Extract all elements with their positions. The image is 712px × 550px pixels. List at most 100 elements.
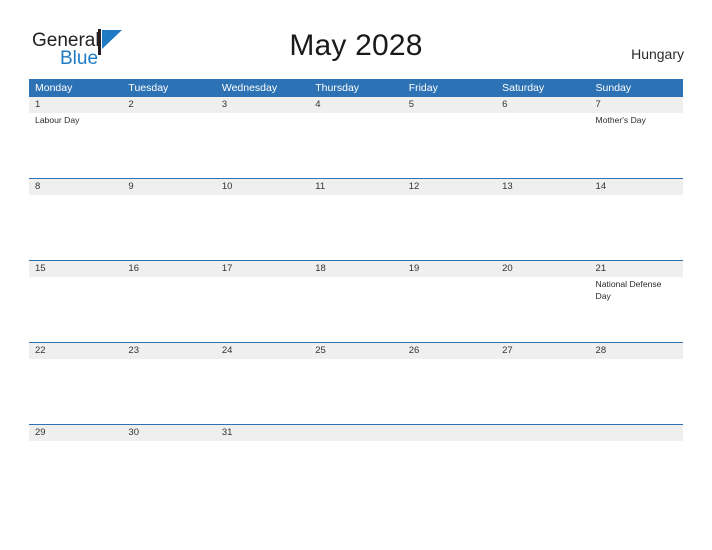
date-number-band: 15 16 17 18 19 20 21 [29,261,683,277]
day-cell[interactable] [403,277,496,342]
day-number[interactable]: 9 [122,179,215,195]
day-cell-empty [403,441,496,471]
day-cell[interactable] [403,195,496,260]
day-cell-empty [590,441,683,471]
weekday-header-tuesday: Tuesday [128,82,169,94]
day-number-empty [496,425,589,441]
event-label: National Defense Day [595,279,662,301]
day-event-band [29,195,683,260]
day-number[interactable]: 26 [403,343,496,359]
day-number[interactable]: 25 [309,343,402,359]
day-number[interactable]: 3 [216,97,309,113]
day-number[interactable]: 11 [309,179,402,195]
weekday-header-wednesday: Wednesday [221,82,278,94]
day-cell[interactable] [216,441,309,471]
day-cell[interactable] [403,359,496,424]
day-cell[interactable] [216,277,309,342]
country-label: Hungary [631,46,684,62]
day-cell[interactable] [309,195,402,260]
day-number[interactable]: 23 [122,343,215,359]
day-number[interactable]: 17 [216,261,309,277]
week-row: 29 30 31 [29,424,683,471]
day-number[interactable]: 29 [29,425,122,441]
page-header: General Blue May 2028 Hungary [0,0,712,78]
day-cell[interactable] [122,195,215,260]
day-number[interactable]: 6 [496,97,589,113]
day-cell[interactable]: Labour Day [29,113,122,178]
day-number[interactable]: 4 [309,97,402,113]
day-number[interactable]: 10 [216,179,309,195]
day-number-empty [309,425,402,441]
day-number[interactable]: 20 [496,261,589,277]
day-cell[interactable] [216,195,309,260]
day-cell-empty [309,441,402,471]
day-number[interactable]: 22 [29,343,122,359]
day-cell[interactable] [216,359,309,424]
day-cell[interactable] [29,195,122,260]
day-cell[interactable] [122,113,215,178]
day-number[interactable]: 18 [309,261,402,277]
day-number[interactable]: 5 [403,97,496,113]
day-cell[interactable] [122,277,215,342]
day-number[interactable]: 8 [29,179,122,195]
day-number[interactable]: 28 [590,343,683,359]
weekday-header-thursday: Thursday [315,82,360,94]
weekday-header-friday: Friday [408,82,438,94]
event-label: Mother's Day [595,115,646,125]
day-cell[interactable] [496,359,589,424]
day-cell[interactable] [29,359,122,424]
event-label: Labour Day [35,115,80,125]
weekday-header-sunday: Sunday [595,82,632,94]
week-row: 22 23 24 25 26 27 28 [29,342,683,424]
weekday-header-saturday: Saturday [502,82,545,94]
day-cell[interactable] [496,195,589,260]
day-number[interactable]: 16 [122,261,215,277]
day-cell[interactable] [216,113,309,178]
day-number[interactable]: 24 [216,343,309,359]
day-event-band: Labour Day Mother's Day [29,113,683,178]
day-number[interactable]: 14 [590,179,683,195]
day-cell[interactable]: National Defense Day [590,277,683,342]
day-number[interactable]: 27 [496,343,589,359]
day-cell[interactable] [403,113,496,178]
week-row: 8 9 10 11 12 13 14 [29,178,683,260]
calendar-grid: Monday Tuesday Wednesday Thursday Friday… [29,79,683,471]
day-number[interactable]: 30 [122,425,215,441]
day-number[interactable]: 7 [590,97,683,113]
day-number[interactable]: 12 [403,179,496,195]
weekday-header-row: Monday Tuesday Wednesday Thursday Friday… [29,79,683,97]
day-cell[interactable] [496,277,589,342]
day-number[interactable]: 15 [29,261,122,277]
day-cell[interactable] [29,277,122,342]
day-cell[interactable] [590,359,683,424]
week-row: 15 16 17 18 19 20 21 National Defense Da… [29,260,683,342]
day-cell[interactable] [309,359,402,424]
week-row: 1 2 3 4 5 6 7 Labour Day Mother's Day [29,97,683,178]
day-cell[interactable] [29,441,122,471]
day-number[interactable]: 21 [590,261,683,277]
date-number-band: 8 9 10 11 12 13 14 [29,179,683,195]
day-cell[interactable] [496,113,589,178]
day-number-empty [403,425,496,441]
weekday-header-monday: Monday [35,82,73,94]
day-cell[interactable] [122,441,215,471]
day-event-band [29,441,683,471]
date-number-band: 22 23 24 25 26 27 28 [29,343,683,359]
day-cell[interactable]: Mother's Day [590,113,683,178]
day-cell[interactable] [590,195,683,260]
day-number[interactable]: 13 [496,179,589,195]
day-cell-empty [496,441,589,471]
day-event-band [29,359,683,424]
day-number[interactable]: 1 [29,97,122,113]
day-number[interactable]: 2 [122,97,215,113]
day-cell[interactable] [309,277,402,342]
date-number-band: 29 30 31 [29,425,683,441]
day-number-empty [590,425,683,441]
page-title: May 2028 [289,29,423,62]
day-number[interactable]: 19 [403,261,496,277]
day-cell[interactable] [309,113,402,178]
day-number[interactable]: 31 [216,425,309,441]
day-cell[interactable] [122,359,215,424]
day-event-band: National Defense Day [29,277,683,342]
date-number-band: 1 2 3 4 5 6 7 [29,97,683,113]
